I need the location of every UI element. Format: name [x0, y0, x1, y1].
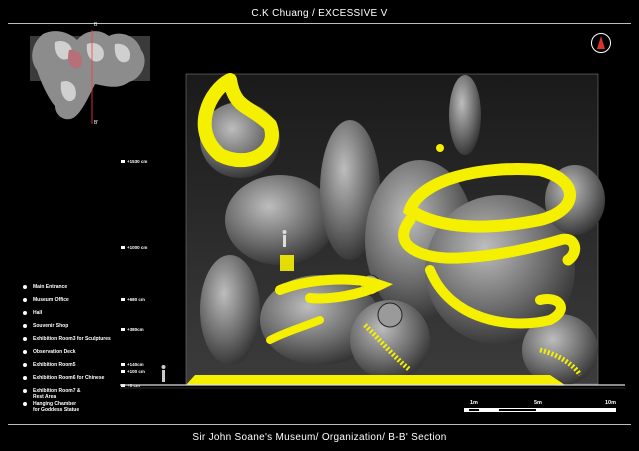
legend-item: Museum Office [23, 297, 133, 310]
scale-label: 1m [470, 400, 478, 406]
drawing-title: C.K Chuang / EXCESSIVE V [251, 8, 388, 19]
legend-item: Hall [23, 310, 133, 323]
legend-item: Exhibition Room5 [23, 362, 133, 375]
top-frame-line [8, 23, 631, 24]
north-arrow-icon [591, 33, 611, 53]
section-drawing [120, 70, 625, 405]
drawing-caption: Sir John Soane's Museum/ Organization/ B… [192, 432, 447, 443]
legend-item: Exhibition Room3 for Sculptures [23, 336, 133, 349]
section-mark-top: B [94, 22, 98, 28]
legend-item: Exhibition Room6 for Chinese [23, 375, 133, 388]
bottom-frame-line [8, 424, 631, 425]
legend: Main Entrance Museum Office Hall Souveni… [23, 284, 133, 414]
scale-bar [464, 408, 616, 412]
legend-item: Exhibition Room7 & Rest Area [23, 388, 133, 401]
legend-item: Main Entrance [23, 284, 133, 297]
scale-label: 5m [534, 400, 542, 406]
legend-item: Souvenir Shop [23, 323, 133, 336]
section-mark-bottom: B' [94, 120, 99, 126]
legend-item: Observation Deck [23, 349, 133, 362]
scale-label: 10m [605, 400, 617, 406]
legend-item: Hanging Chamber for Goddess Statue [23, 401, 133, 414]
